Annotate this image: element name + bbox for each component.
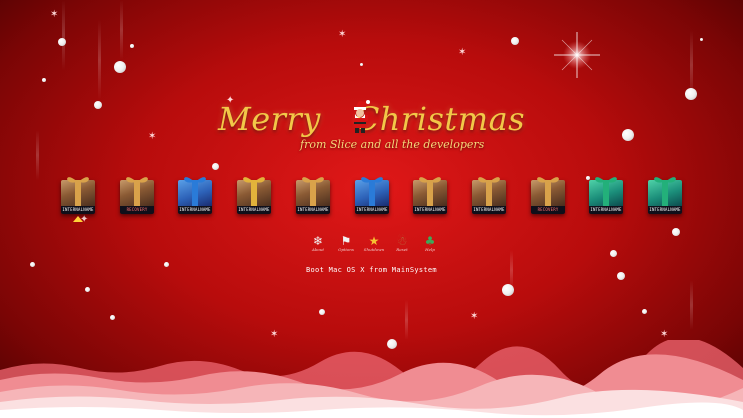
boot-entry[interactable]: INTERNALNAME [234,172,274,216]
light-streak [405,300,408,340]
boot-entry[interactable]: RECOVERY [528,172,568,216]
snowflake [212,163,219,170]
boot-entry[interactable]: INTERNALNAME [175,172,215,216]
sparkle-icon: ✶ [660,329,669,340]
flag-icon: ⚑ [340,234,352,248]
boot-entry[interactable]: INTERNALNAME [352,172,392,216]
gift-box-icon: INTERNALNAME [413,180,447,214]
tool-button[interactable]: ☃ Reset [394,234,410,252]
tool-caption: About [311,247,325,252]
light-streak [120,0,123,60]
tools-row: ❄ About ⚑ Options ★ Shutdown ☃ Reset ♣ Help [0,234,743,254]
snowflake [110,315,115,320]
ribbon-bow-icon [67,177,89,183]
boot-entry-label: INTERNALNAME [589,206,623,214]
gift-box-icon: INTERNALNAME [355,180,389,214]
sparkle-icon: ✶ [458,47,467,58]
santa-icon [354,100,370,133]
boot-entry[interactable]: INTERNALNAME [58,172,98,222]
tool-caption: Reset [396,247,408,252]
tool-button[interactable]: ❄ About [310,234,326,252]
gift-box-icon: INTERNALNAME [61,180,95,214]
boot-entry[interactable]: RECOVERY [117,172,157,216]
boot-entry[interactable]: INTERNALNAME [293,172,333,216]
star-icon: ★ [368,234,380,248]
snow-drift [0,340,743,418]
gift-box-icon: RECOVERY [120,180,154,214]
boot-entry-label: INTERNALNAME [178,206,212,214]
tool-caption: Help [425,247,435,252]
snowflake [502,284,514,296]
snowflake [360,63,363,66]
boot-entry-label: INTERNALNAME [413,206,447,214]
clover-boot-screen: ✶ ✶ ✦ ✶ ✶ ✦ ✶ ✶ ✶ ✦ MerryChristmas [0,0,743,418]
snowflake [642,309,647,314]
ribbon-bow-icon [595,177,617,183]
gift-box-icon: INTERNALNAME [237,180,271,214]
snowflake [511,37,519,45]
ribbon-bow-icon [361,177,383,183]
boot-entry-label: INTERNALNAME [296,206,330,214]
sparkle-icon: ✶ [50,9,59,20]
boot-entries-row: INTERNALNAME RECOVERY INTERNALNAME INTERNAL… [0,172,743,222]
ribbon-bow-icon [419,177,441,183]
snowflake [42,78,46,82]
ribbon-bow-icon [654,177,676,183]
tool-button[interactable]: ♣ Help [422,234,438,252]
ribbon-bow-icon [478,177,500,183]
gift-box-icon: INTERNALNAME [296,180,330,214]
boot-entry[interactable]: INTERNALNAME [469,172,509,216]
boot-message: Boot Mac OS X from MainSystem [306,266,437,274]
lens-flare-icon [554,32,600,78]
sparkle-icon: ✶ [470,311,479,322]
light-streak [690,280,693,330]
light-streak [98,20,101,100]
snowflake [700,38,703,41]
snowflake [319,309,325,315]
boot-entry-label: INTERNALNAME [648,206,682,214]
sparkle-icon: ✶ [270,329,279,340]
gift-box-icon: INTERNALNAME [648,180,682,214]
title-christmas: Christmas [354,100,526,138]
gift-box-icon: INTERNALNAME [178,180,212,214]
sparkle-icon: ✶ [338,29,347,40]
snowflake [85,287,90,292]
gift-box-icon: INTERNALNAME [589,180,623,214]
tool-button[interactable]: ⚑ Options [338,234,354,252]
candy-cane-icon: ❄ [312,234,324,248]
tool-button[interactable]: ★ Shutdown [364,234,384,252]
ribbon-bow-icon [537,177,559,183]
boot-entry[interactable]: INTERNALNAME [645,172,685,216]
boot-entry[interactable]: INTERNALNAME [586,172,626,216]
page-title: Merry Christmas [0,100,743,138]
snowflake [130,44,134,48]
gingerbread-icon: ☃ [396,234,408,248]
ribbon-bow-icon [126,177,148,183]
ribbon-bow-icon [302,177,324,183]
boot-entry-label: INTERNALNAME [355,206,389,214]
tree-icon: ♣ [424,234,436,248]
ribbon-bow-icon [184,177,206,183]
boot-entry[interactable]: INTERNALNAME [410,172,450,216]
boot-entry-label: RECOVERY [531,206,565,214]
snowflake [58,38,66,46]
snowflake [685,88,697,100]
boot-entry-label: INTERNALNAME [472,206,506,214]
page-subtitle: from Slice and all the developers [300,138,485,151]
gift-box-icon: RECOVERY [531,180,565,214]
boot-entry-label: INTERNALNAME [61,206,95,214]
tool-caption: Options [338,247,354,252]
boot-entry-label: INTERNALNAME [237,206,271,214]
snowflake [114,61,126,73]
boot-entry-label: RECOVERY [120,206,154,214]
light-streak [62,0,65,70]
gift-box-icon: INTERNALNAME [472,180,506,214]
tool-caption: Shutdown [363,247,385,252]
ribbon-bow-icon [243,177,265,183]
title-merry: Merry [217,100,321,138]
